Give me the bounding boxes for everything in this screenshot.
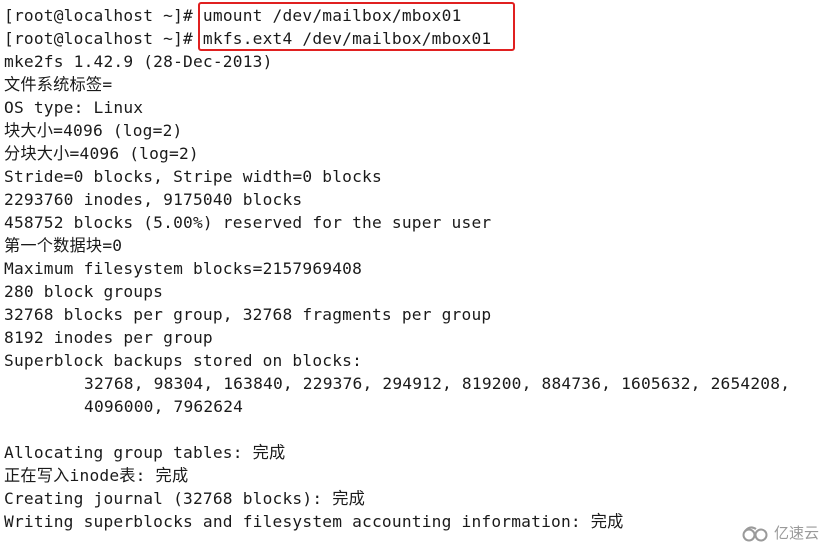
- output-line: 280 block groups: [4, 282, 164, 301]
- output-line: 第一个数据块=0: [4, 236, 123, 255]
- output-line: 8192 inodes per group: [4, 328, 213, 347]
- cloud-logo-icon: [741, 524, 771, 542]
- output-line: 分块大小=4096 (log=2): [4, 144, 199, 163]
- output-line: Writing superblocks and filesystem accou…: [4, 512, 624, 531]
- output-line: 2293760 inodes, 9175040 blocks: [4, 190, 303, 209]
- output-line: 文件系统标签=: [4, 75, 113, 94]
- output-line: 正在写入inode表: 完成: [4, 466, 189, 485]
- output-line: 32768 blocks per group, 32768 fragments …: [4, 305, 492, 324]
- shell-prompt: [root@localhost ~]#: [4, 6, 193, 25]
- output-line: Creating journal (32768 blocks): 完成: [4, 489, 365, 508]
- output-line: Allocating group tables: 完成: [4, 443, 286, 462]
- watermark-text: 亿速云: [773, 524, 819, 542]
- output-line: Maximum filesystem blocks=2157969408: [4, 259, 363, 278]
- output-line: Stride=0 blocks, Stripe width=0 blocks: [4, 167, 382, 186]
- terminal-output: [root@localhost ~]# umount /dev/mailbox/…: [4, 4, 831, 533]
- output-line: mke2fs 1.42.9 (28-Dec-2013): [4, 52, 273, 71]
- backup-blocks-line: 4096000, 7962624: [84, 397, 244, 416]
- command-line: [root@localhost ~]# mkfs.ext4 /dev/mailb…: [4, 27, 831, 50]
- output-line: 块大小=4096 (log=2): [4, 121, 183, 140]
- watermark: 亿速云: [741, 522, 819, 543]
- output-line: Superblock backups stored on blocks:: [4, 351, 363, 370]
- command-text: umount /dev/mailbox/mbox01: [202, 6, 462, 25]
- command-text: mkfs.ext4 /dev/mailbox/mbox01: [202, 29, 492, 48]
- backup-blocks-line: 32768, 98304, 163840, 229376, 294912, 81…: [84, 374, 791, 393]
- command-line: [root@localhost ~]# umount /dev/mailbox/…: [4, 4, 831, 27]
- output-line: OS type: Linux: [4, 98, 144, 117]
- output-line: 458752 blocks (5.00%) reserved for the s…: [4, 213, 492, 232]
- shell-prompt: [root@localhost ~]#: [4, 29, 193, 48]
